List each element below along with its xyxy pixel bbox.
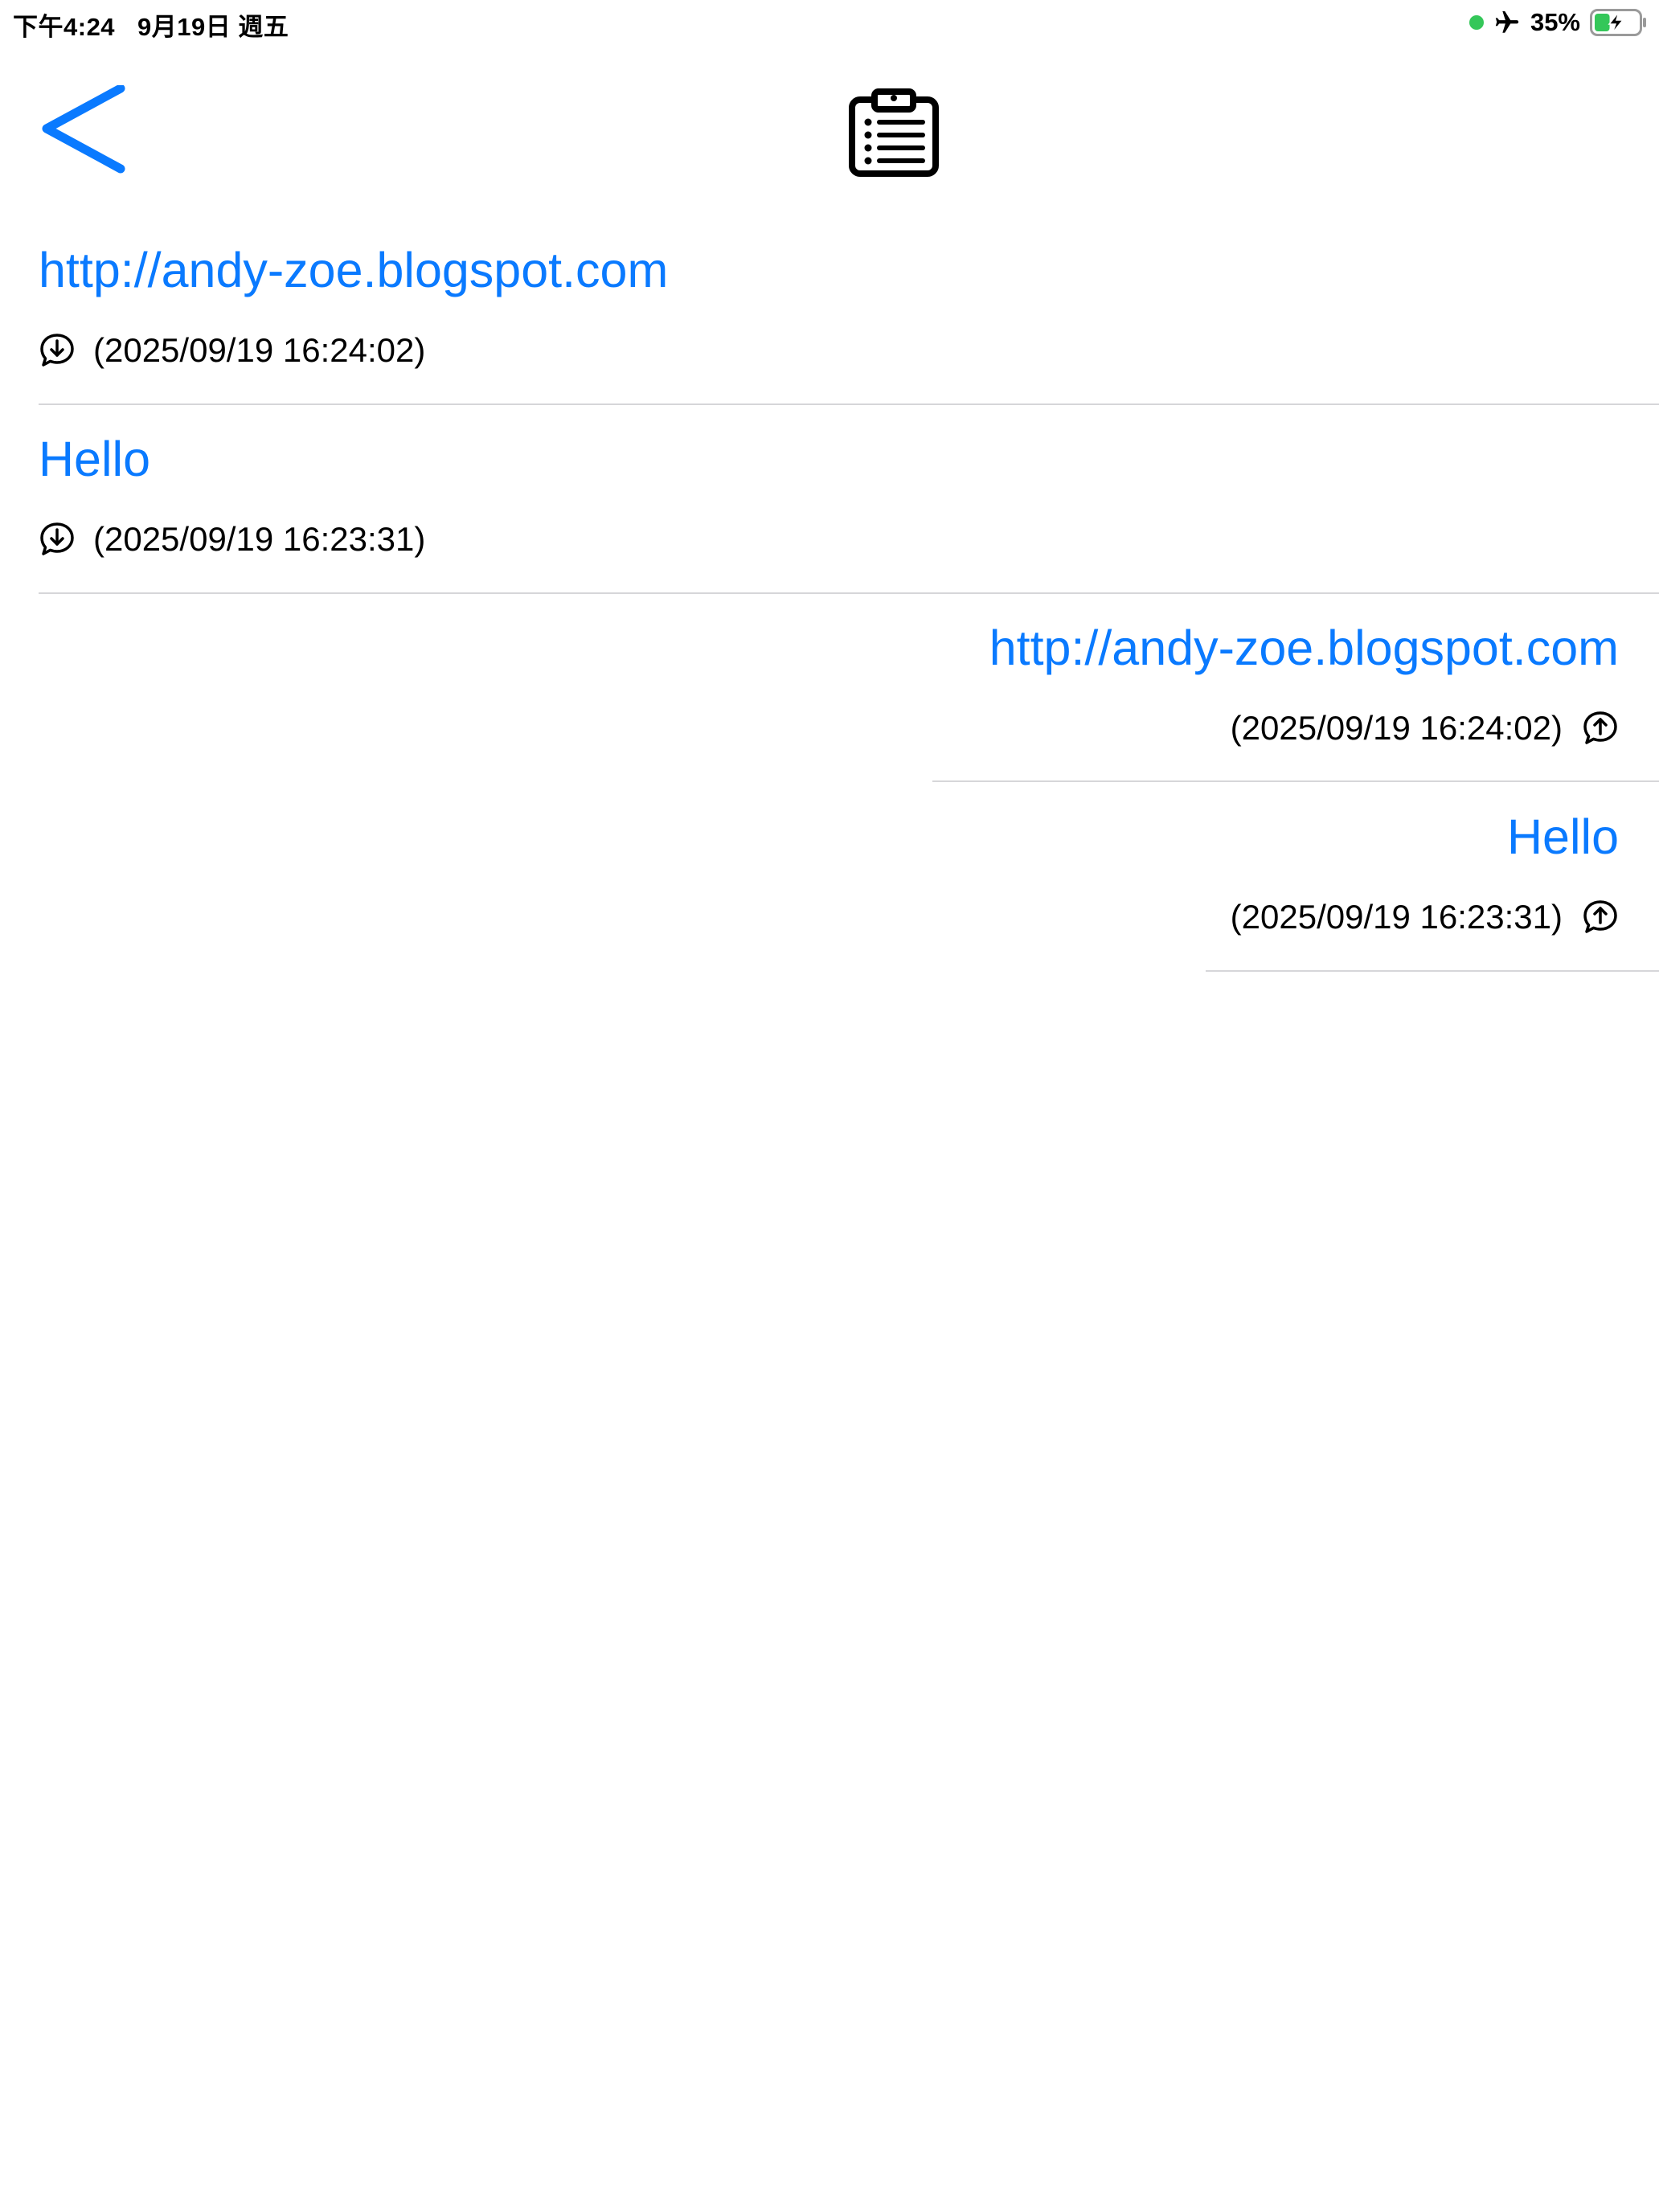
divider <box>39 403 1659 405</box>
speech-bubble-up-arrow-icon <box>1583 900 1617 933</box>
divider <box>39 592 1659 594</box>
message-timestamp: (2025/09/19 16:23:31) <box>1230 898 1563 936</box>
message-meta: (2025/09/19 16:23:31) <box>39 521 1659 558</box>
speech-bubble-down-arrow-icon <box>40 522 74 555</box>
message-timestamp: (2025/09/19 16:24:02) <box>1230 709 1563 747</box>
received-message[interactable]: http://andy-zoe.blogspot.com (2025/09/19… <box>39 246 1659 369</box>
app-screen: 下午4:24 9月19日 週五 35% http://andy-zoe.blog… <box>0 0 1659 2212</box>
airplane-icon <box>1495 10 1519 33</box>
back-button[interactable] <box>40 85 129 174</box>
speech-bubble-up-arrow-icon <box>1583 711 1617 744</box>
sent-message[interactable]: http://andy-zoe.blogspot.com (2025/09/19… <box>932 624 1659 747</box>
message-text[interactable]: Hello <box>1206 813 1659 862</box>
clipboard-list-icon[interactable] <box>847 88 940 177</box>
message-meta: (2025/09/19 16:24:02) <box>932 710 1659 747</box>
battery-percent: 35% <box>1530 8 1580 36</box>
sent-message[interactable]: Hello (2025/09/19 16:23:31) <box>1206 813 1659 936</box>
divider <box>932 780 1659 782</box>
message-meta: (2025/09/19 16:24:02) <box>39 332 1659 369</box>
status-indicators: 35% <box>1469 6 1648 39</box>
status-time: 下午4:24 <box>13 13 116 41</box>
message-timestamp: (2025/09/19 16:24:02) <box>93 331 426 369</box>
received-message[interactable]: Hello (2025/09/19 16:23:31) <box>39 435 1659 558</box>
message-text[interactable]: http://andy-zoe.blogspot.com <box>39 246 1659 295</box>
speech-bubble-down-arrow-icon <box>40 334 74 367</box>
divider <box>1206 970 1659 972</box>
status-date: 9月19日 週五 <box>137 13 289 41</box>
status-bar: 下午4:24 9月19日 週五 35% <box>0 0 1659 45</box>
status-datetime: 下午4:24 9月19日 週五 <box>13 6 289 43</box>
message-meta: (2025/09/19 16:23:31) <box>1206 899 1659 936</box>
message-text[interactable]: Hello <box>39 435 1659 484</box>
green-dot-icon <box>1469 15 1484 30</box>
message-text[interactable]: http://andy-zoe.blogspot.com <box>932 624 1659 673</box>
message-timestamp: (2025/09/19 16:23:31) <box>93 520 426 558</box>
battery-charging-icon <box>1590 9 1646 36</box>
